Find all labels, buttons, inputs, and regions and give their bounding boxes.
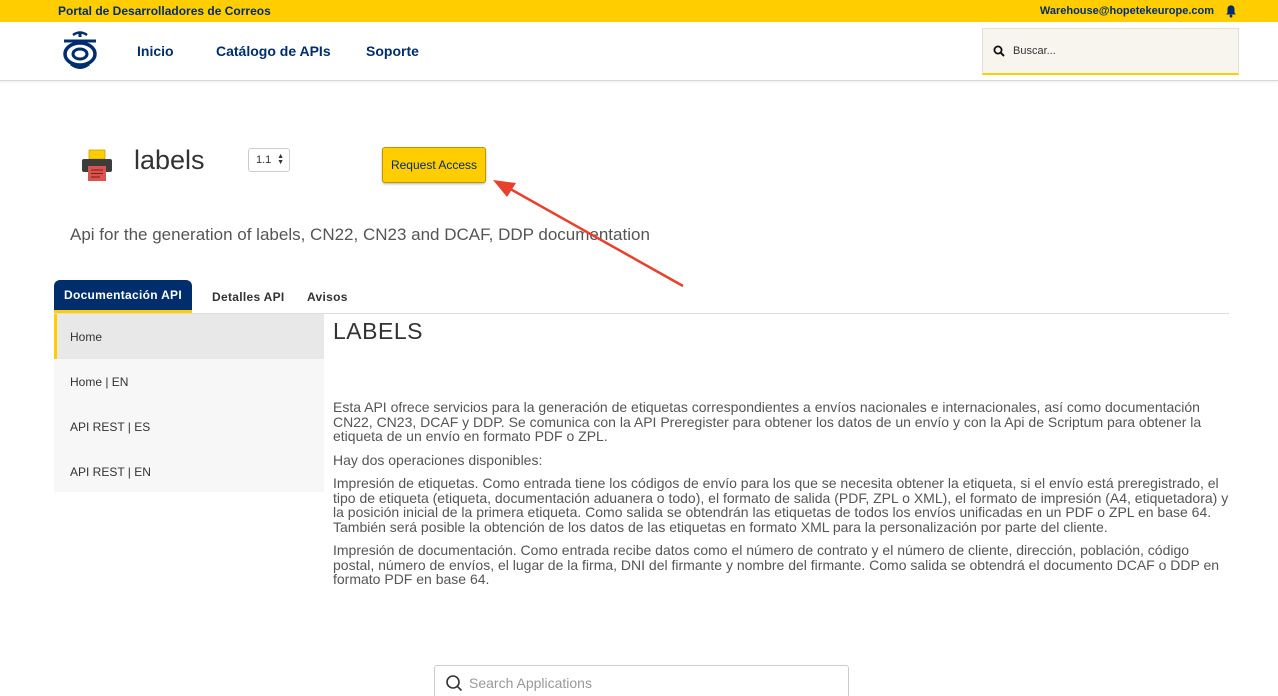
main-navbar: Inicio Catálogo de APIs Soporte [0, 22, 1278, 81]
version-selector[interactable]: 1.1 ▲ ▼ [248, 148, 290, 172]
global-search-input[interactable] [1013, 45, 1213, 57]
printer-icon [82, 149, 112, 181]
sidebar-item-home[interactable]: Home [54, 314, 324, 359]
api-name: labels [134, 145, 205, 175]
doc-tabs: Documentación API Detalles API Avisos [54, 280, 1229, 314]
content-paragraph: Esta API ofrece servicios para la genera… [333, 399, 1202, 444]
sidebar-item-api-rest-es[interactable]: API REST | ES [54, 404, 324, 449]
nav-soporte[interactable]: Soporte [366, 43, 419, 59]
content-paragraph: Hay dos operaciones disponibles: [333, 451, 543, 468]
tab-documentacion-api[interactable]: Documentación API [54, 280, 192, 313]
correos-logo-icon[interactable] [58, 29, 102, 73]
request-access-button[interactable]: Request Access [382, 147, 486, 183]
nav-inicio[interactable]: Inicio [137, 43, 174, 59]
sidebar-item-home-en[interactable]: Home | EN [54, 359, 324, 404]
application-search [434, 665, 849, 696]
content-title: LABELS [333, 318, 423, 344]
top-bar: Portal de Desarrolladores de Correos War… [0, 0, 1278, 22]
global-search [982, 28, 1239, 75]
sidebar-item-api-rest-en[interactable]: API REST | EN [54, 449, 324, 494]
spinner-arrows-icon[interactable]: ▲ ▼ [277, 153, 284, 166]
user-area: Warehouse@hopetekeurope.com [1040, 4, 1238, 18]
tab-avisos[interactable]: Avisos [307, 280, 348, 313]
application-search-input[interactable] [469, 675, 829, 691]
content-paragraph: Impresión de documentación. Como entrada… [333, 542, 1220, 587]
search-icon [993, 45, 1005, 57]
search-icon [446, 675, 463, 692]
doc-content: LABELS Esta API ofrece servicios para la… [333, 318, 1233, 596]
content-paragraph: Impresión de etiquetas. Como entrada tie… [333, 475, 1229, 535]
doc-sidebar: Home Home | EN API REST | ES API REST | … [54, 314, 324, 492]
portal-title[interactable]: Portal de Desarrolladores de Correos [58, 4, 271, 18]
api-description: Api for the generation of labels, CN22, … [70, 225, 650, 244]
tab-detalles-api[interactable]: Detalles API [212, 280, 285, 313]
nav-catalogo-apis[interactable]: Catálogo de APIs [216, 43, 331, 59]
user-email[interactable]: Warehouse@hopetekeurope.com [1040, 5, 1214, 17]
bell-icon[interactable] [1224, 4, 1238, 18]
version-value: 1.1 [256, 154, 272, 166]
